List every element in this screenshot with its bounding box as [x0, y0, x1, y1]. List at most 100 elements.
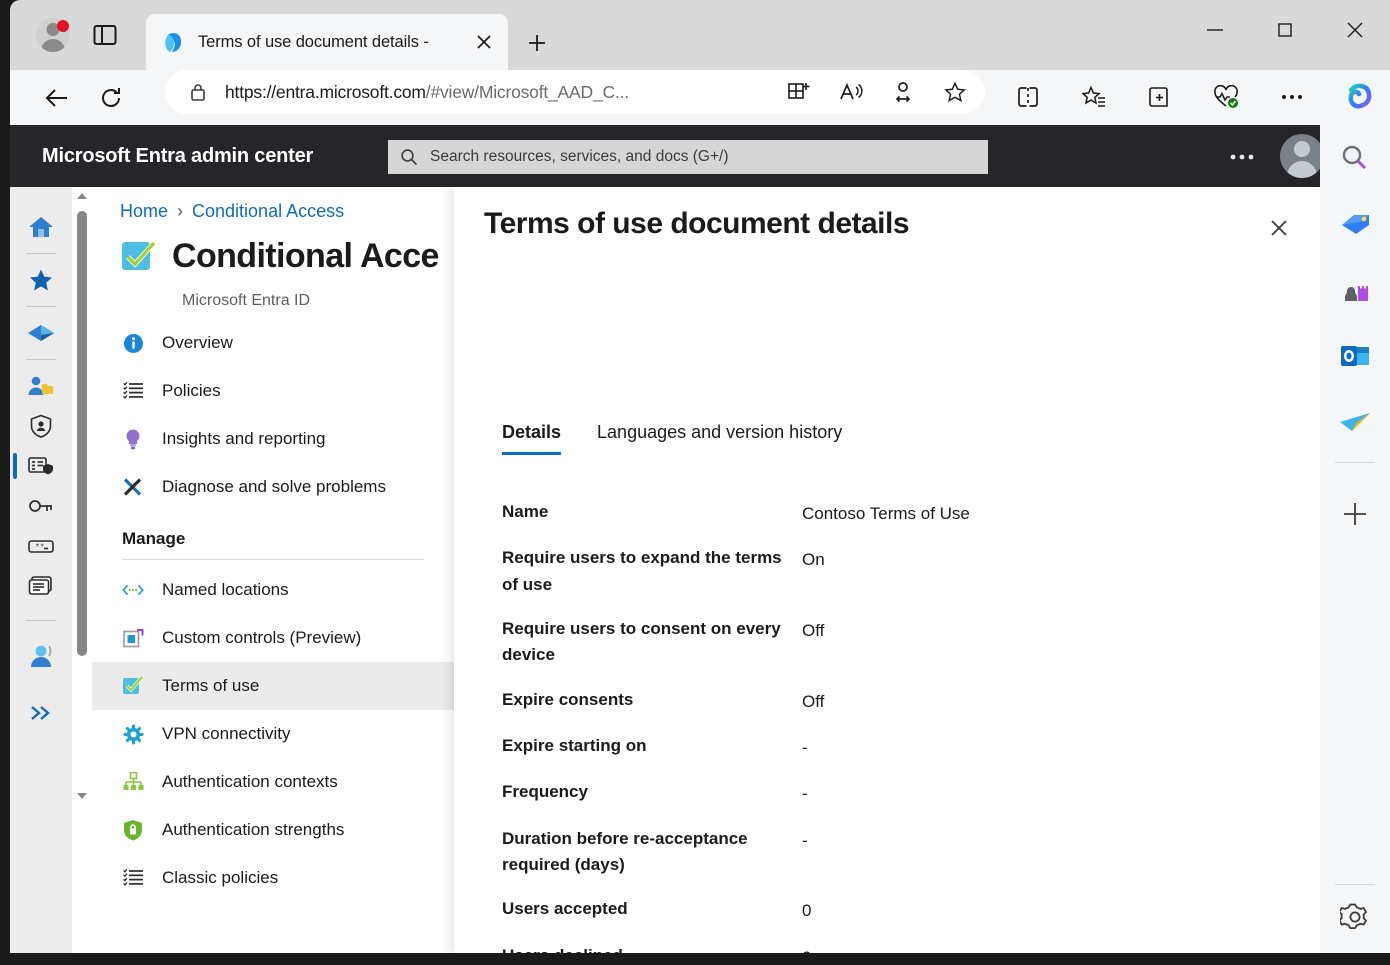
portal-icon-rail: **	[10, 187, 72, 953]
rail-item-favorites[interactable]	[10, 260, 72, 300]
collections-icon[interactable]	[1127, 70, 1193, 124]
detail-row: Users declined 0	[502, 943, 1292, 953]
entra-more-menu-icon[interactable]	[1220, 145, 1264, 169]
rail-item-my-account[interactable]	[10, 627, 72, 685]
sidebar-item-label: Terms of use	[162, 676, 259, 696]
sidebar-item-diagnose-and-solve-problems[interactable]: Diagnose and solve problems	[92, 463, 454, 511]
sidebar-item-label: Overview	[162, 333, 233, 353]
conditional-access-nav: Home›Conditional Access Conditional Acce…	[92, 187, 454, 953]
tab-details[interactable]: Details	[502, 422, 561, 455]
sidebar-item-named-locations[interactable]: Named locations	[92, 566, 454, 614]
detail-key: Require users to expand the terms of use	[502, 545, 802, 598]
rail-item-conditional-access[interactable]	[10, 446, 72, 486]
rail-item-audit-logs[interactable]	[10, 566, 72, 606]
profile-notification-badge	[57, 20, 69, 32]
sidebar-item-classic-policies[interactable]: Classic policies	[92, 854, 454, 902]
rail-item-permissions[interactable]	[10, 486, 72, 526]
detail-key: Duration before re-acceptance required (…	[502, 826, 802, 879]
rail-item-identity-protection[interactable]	[10, 406, 72, 446]
blade-title: Terms of use document details	[484, 207, 909, 241]
maximize-button[interactable]	[1250, 0, 1320, 60]
sidebar-item-label: Insights and reporting	[162, 429, 326, 449]
rail-item-home[interactable]	[10, 207, 72, 247]
sidebar-item-authentication-strengths[interactable]: Authentication strengths	[92, 806, 454, 854]
sidebar-item-custom-controls-preview[interactable]: Custom controls (Preview)	[92, 614, 454, 662]
sidebar-add-button[interactable]	[1320, 470, 1390, 558]
rail-item-password-reset[interactable]: **	[10, 526, 72, 566]
named-locations-icon	[122, 579, 144, 601]
page-title: Conditional Acce	[172, 237, 439, 276]
terms-of-use-details-blade: Terms of use document details Details La…	[454, 187, 1320, 953]
browser-health-icon[interactable]	[1193, 70, 1259, 124]
favorites-icon[interactable]	[1061, 70, 1127, 124]
split-screen-app-icon[interactable]	[773, 71, 825, 113]
scroll-up-arrow-icon[interactable]	[72, 187, 92, 205]
sidebar-item-policies[interactable]: Policies	[92, 367, 454, 415]
back-button[interactable]	[30, 76, 84, 120]
sidebar-item-insights-and-reporting[interactable]: Insights and reporting	[92, 415, 454, 463]
account-avatar[interactable]	[1280, 134, 1320, 178]
detail-row: Expire consents Off	[502, 687, 1292, 715]
detail-row: Name Contoso Terms of Use	[502, 499, 1292, 527]
breadcrumb: Home›Conditional Access	[120, 201, 344, 222]
new-tab-button[interactable]	[518, 24, 556, 62]
rail-selection-indicator	[13, 453, 17, 479]
browser-settings-more-icon[interactable]	[1259, 70, 1325, 124]
sidebar-item-vpn-connectivity[interactable]: VPN connectivity	[92, 710, 454, 758]
rail-item-users[interactable]	[10, 366, 72, 406]
nav-list: Overview Policies Insights and reporting	[92, 319, 454, 902]
tab-close-icon[interactable]	[470, 28, 498, 56]
scrollbar-thumb[interactable]	[77, 211, 87, 656]
sidebar-settings-gear-icon[interactable]	[1320, 891, 1390, 943]
custom-controls-icon	[122, 627, 144, 649]
tab-actions-icon[interactable]	[88, 20, 122, 50]
toolbar-right-actions	[995, 70, 1390, 124]
scroll-down-arrow-icon[interactable]	[72, 787, 92, 805]
sidebar-item-label: Policies	[162, 381, 221, 401]
detail-key: Users accepted	[502, 896, 802, 924]
detail-value: Contoso Terms of Use	[802, 499, 970, 527]
page-subtitle: Microsoft Entra ID	[182, 292, 310, 310]
gear-icon	[122, 723, 144, 745]
rail-expand-button[interactable]	[10, 685, 72, 741]
close-icon[interactable]	[1262, 211, 1296, 245]
breadcrumb-current[interactable]: Conditional Access	[192, 201, 344, 221]
sidebar-paper-plane-icon[interactable]	[1320, 389, 1390, 455]
nav-group-divider	[122, 559, 424, 560]
read-aloud-icon[interactable]	[825, 71, 877, 113]
browser-window: Terms of use document details -	[0, 0, 1390, 965]
sidebar-search-magnifier-icon[interactable]	[1320, 125, 1390, 191]
sidebar-shopping-tag-icon[interactable]	[1320, 191, 1390, 257]
nav-scrollbar[interactable]	[72, 187, 92, 953]
close-window-button[interactable]	[1320, 0, 1390, 60]
address-bar-actions	[773, 71, 981, 113]
sidebar-outlook-icon[interactable]	[1320, 323, 1390, 389]
rail-divider	[26, 253, 56, 254]
sidebar-item-label: Classic policies	[162, 868, 278, 888]
sidebar-item-authentication-contexts[interactable]: Authentication contexts	[92, 758, 454, 806]
tab-languages-and-version-history[interactable]: Languages and version history	[597, 422, 842, 455]
browser-tab-title: Terms of use document details -	[198, 33, 470, 52]
address-bar[interactable]: https://entra.microsoft.com/#view/Micros…	[165, 70, 985, 114]
sidebar-item-terms-of-use[interactable]: Terms of use	[92, 662, 454, 710]
global-search-input[interactable]: Search resources, services, and docs (G+…	[388, 140, 988, 174]
browser-profile-button[interactable]	[30, 12, 76, 58]
wrench-screwdriver-icon	[122, 476, 144, 498]
sidebar-item-overview[interactable]: Overview	[92, 319, 454, 367]
browser-tab[interactable]: Terms of use document details -	[146, 14, 508, 70]
reload-button[interactable]	[84, 76, 138, 120]
minimize-button[interactable]	[1180, 0, 1250, 60]
detail-row: Users accepted 0	[502, 896, 1292, 924]
sidebar-games-icon[interactable]	[1320, 257, 1390, 323]
copilot-icon[interactable]	[1325, 70, 1390, 124]
svg-text:**: **	[35, 544, 45, 553]
split-screen-icon[interactable]	[995, 70, 1061, 124]
breadcrumb-home[interactable]: Home	[120, 201, 168, 221]
add-favorite-star-icon[interactable]	[929, 71, 981, 113]
rail-item-entra-id[interactable]	[10, 313, 72, 353]
terms-of-use-icon	[122, 675, 144, 697]
detail-row: Require users to expand the terms of use…	[502, 545, 1292, 598]
browser-essentials-icon[interactable]	[877, 71, 929, 113]
detail-key: Expire consents	[502, 687, 802, 715]
detail-value: Off	[802, 616, 824, 669]
